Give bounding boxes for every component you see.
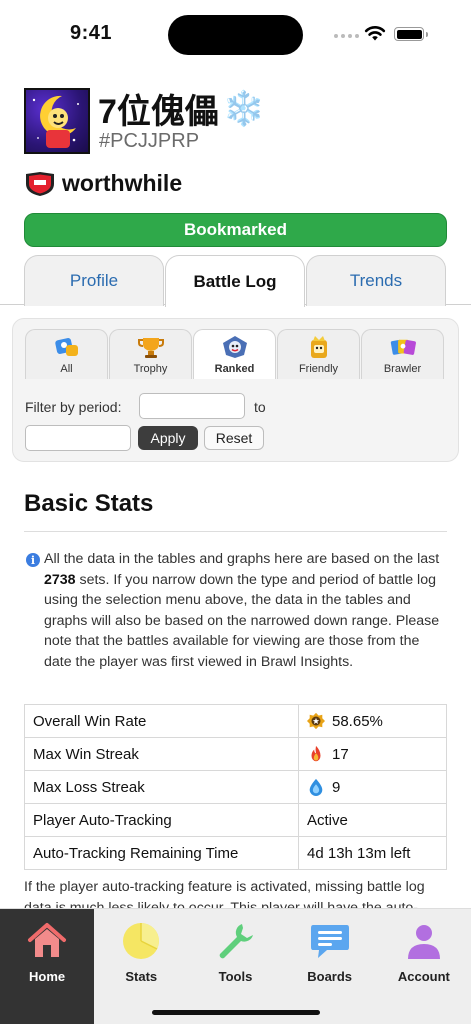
info-text-pre: All the data in the tables and graphs he…: [44, 551, 440, 567]
nav-label: Tools: [218, 969, 253, 984]
mode-tab-all[interactable]: All: [25, 329, 108, 379]
club-name: worthwhile: [62, 170, 183, 196]
player-name-text: 7位傀儡: [98, 93, 219, 131]
mode-tab-friendly[interactable]: Friendly: [277, 329, 360, 379]
mode-tab-trophy[interactable]: Trophy: [109, 329, 192, 379]
wifi-icon: [364, 26, 386, 41]
club-row[interactable]: worthwhile: [24, 170, 182, 197]
bottom-nav: Home Stats Tools Boards Account: [0, 908, 471, 1024]
mode-tab-label: Brawler: [383, 363, 422, 375]
reset-button[interactable]: Reset: [204, 426, 264, 450]
trophy-icon: [137, 335, 164, 359]
mode-tabs: All Trophy Ranked Friendly Brawler: [25, 329, 444, 379]
mode-tab-label: Friendly: [298, 363, 339, 375]
section-title: Basic Stats: [24, 490, 154, 517]
water-drop-icon: [309, 778, 323, 796]
to-label: to: [254, 399, 266, 415]
filter-period-label: Filter by period:: [25, 399, 122, 415]
nav-boards[interactable]: Boards: [283, 909, 377, 1024]
star-badge-icon: [307, 712, 325, 730]
brawler-cards-icon: [390, 335, 416, 359]
status-time: 9:41: [70, 22, 113, 44]
apply-button[interactable]: Apply: [138, 426, 198, 450]
stat-value: 4d 13h 13m left: [298, 836, 447, 870]
table-row: Overall Win Rate 58.65%: [24, 704, 447, 738]
nav-tools[interactable]: Tools: [188, 909, 282, 1024]
period-end-input[interactable]: [25, 425, 131, 451]
player-name: 7位傀儡 ❄️: [98, 84, 265, 133]
tab-profile[interactable]: Profile: [24, 255, 164, 306]
dynamic-island: [168, 15, 303, 55]
mode-tab-brawler[interactable]: Brawler: [361, 329, 444, 379]
friendly-icon: [306, 335, 332, 359]
table-row: Player Auto-Tracking Active: [24, 803, 447, 837]
all-modes-icon: [54, 335, 80, 359]
mode-tab-label: Ranked: [214, 363, 255, 375]
info-text: All the data in the tables and graphs he…: [44, 549, 444, 672]
table-row: Max Loss Streak 9: [24, 770, 447, 804]
top-tabs: Profile Battle Log Trends: [0, 255, 471, 307]
stat-label: Auto-Tracking Remaining Time: [24, 836, 299, 870]
nav-stats[interactable]: Stats: [94, 909, 188, 1024]
tab-battle-log[interactable]: Battle Log: [165, 255, 305, 307]
club-badge-icon: [26, 171, 54, 196]
stat-value-cell: 9: [298, 770, 447, 804]
mode-tab-label: Trophy: [133, 363, 168, 375]
player-avatar: [24, 88, 90, 154]
battle-log-filter-panel: All Trophy Ranked Friendly Brawler Filte…: [12, 318, 459, 462]
fire-icon: [311, 745, 321, 762]
battery-icon: [394, 27, 428, 41]
home-indicator: [152, 1010, 320, 1015]
chat-bubble-icon: [308, 919, 352, 963]
nav-label: Boards: [307, 969, 353, 984]
nav-home[interactable]: Home: [0, 909, 95, 1024]
stat-label: Player Auto-Tracking: [24, 803, 299, 837]
stat-value: 17: [332, 745, 349, 763]
home-icon: [25, 919, 69, 963]
stat-value-cell: 58.65%: [298, 704, 447, 738]
signal-icon: [334, 34, 359, 38]
player-tag[interactable]: #PCJJPRP: [99, 130, 199, 153]
nav-label: Account: [397, 969, 450, 984]
basic-stats-table: Overall Win Rate 58.65% Max Win Streak 1…: [24, 704, 447, 870]
person-icon: [402, 919, 446, 963]
mode-tab-label: All: [60, 363, 73, 375]
table-row: Auto-Tracking Remaining Time 4d 13h 13m …: [24, 836, 447, 870]
stat-value: Active: [298, 803, 447, 837]
info-text-post: sets. If you narrow down the type and pe…: [44, 571, 440, 670]
ranked-icon: [222, 335, 248, 359]
snowflake-icon: ❄️: [222, 89, 266, 128]
period-start-input[interactable]: [139, 393, 245, 419]
stat-label: Overall Win Rate: [24, 704, 299, 738]
table-row: Max Win Streak 17: [24, 737, 447, 771]
info-icon: i: [26, 553, 40, 567]
section-divider: [24, 531, 447, 532]
status-bar: 9:41: [0, 0, 471, 70]
info-count: 2738: [44, 571, 76, 588]
stat-value: 58.65%: [332, 712, 383, 730]
bookmark-button[interactable]: Bookmarked: [24, 213, 447, 247]
stat-value: 9: [332, 778, 341, 796]
wrench-icon: [213, 919, 257, 963]
nav-account[interactable]: Account: [377, 909, 471, 1024]
stat-value-cell: 17: [298, 737, 447, 771]
pie-chart-icon: [119, 919, 163, 963]
stat-label: Max Loss Streak: [24, 770, 299, 804]
nav-label: Stats: [125, 969, 158, 984]
stat-label: Max Win Streak: [24, 737, 299, 771]
tab-trends[interactable]: Trends: [306, 255, 446, 306]
mode-tab-ranked[interactable]: Ranked: [193, 329, 276, 379]
nav-label: Home: [29, 969, 66, 984]
